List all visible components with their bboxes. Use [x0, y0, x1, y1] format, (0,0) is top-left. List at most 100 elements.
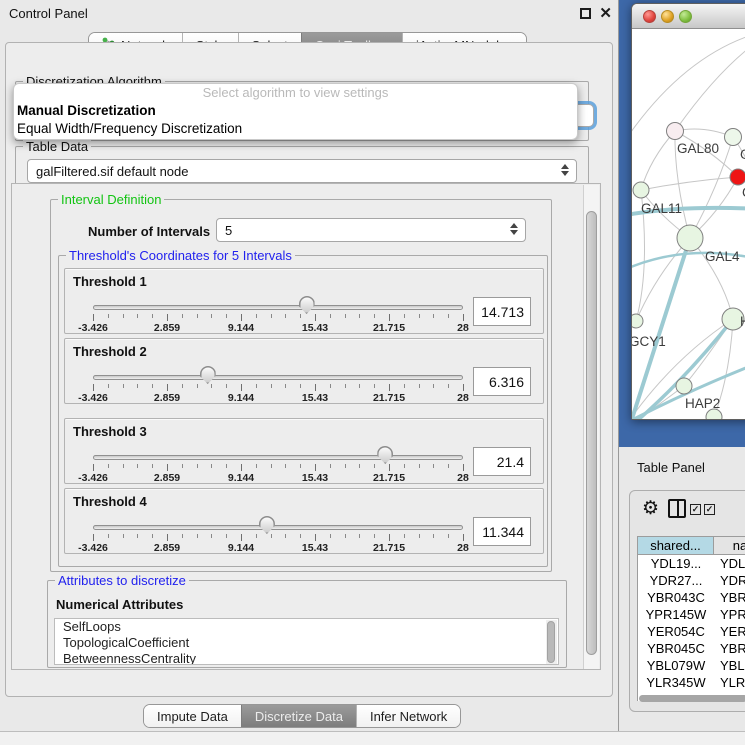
slider-track[interactable]: [93, 455, 463, 460]
table-row[interactable]: YBR043CYBR0: [638, 589, 745, 606]
tick-mark: [433, 464, 434, 468]
slider-thumb[interactable]: [259, 516, 275, 534]
tick-mark: [241, 534, 242, 541]
network-canvas[interactable]: GAL80GACGAL11GAL4GCY1HHAP2: [632, 29, 745, 420]
network-node-gal80[interactable]: [667, 123, 684, 140]
number-of-intervals-value: 5: [225, 223, 232, 238]
slider-track[interactable]: [93, 525, 463, 530]
slider-track[interactable]: [93, 305, 463, 310]
combobox-stepper-icon: [510, 223, 518, 235]
tick-mark: [152, 534, 153, 538]
network-desktop-area: GAL80GACGAL11GAL4GCY1HHAP2 Table Panel ⚙…: [619, 0, 745, 745]
threshold-slider-3[interactable]: -3.4262.8599.14415.4321.71528: [93, 419, 463, 485]
tick-mark: [374, 534, 375, 538]
slider-tick-labels: -3.4262.8599.14415.4321.71528: [93, 392, 463, 404]
table-data-combobox[interactable]: galFiltered.sif default node: [27, 159, 577, 183]
tick-mark: [433, 534, 434, 538]
tab-discretize-data[interactable]: Discretize Data: [241, 705, 356, 727]
threshold-slider-2[interactable]: -3.4262.8599.14415.4321.71528: [93, 339, 463, 405]
threshold-box-4: Threshold 4-3.4262.8599.14415.4321.71528…: [64, 488, 544, 554]
tick-mark: [241, 314, 242, 321]
tick-mark: [256, 384, 257, 388]
attribute-list-item[interactable]: SelfLoops: [55, 619, 558, 635]
threshold-value-field[interactable]: 6.316: [473, 367, 531, 396]
window-zoom-icon[interactable]: [679, 10, 692, 23]
table-row[interactable]: YLR345WYLR3: [638, 674, 745, 691]
float-window-icon[interactable]: [580, 8, 591, 19]
numerical-attributes-list[interactable]: SelfLoopsTopologicalCoefficientBetweenne…: [54, 618, 559, 665]
network-window-titlebar[interactable]: [632, 4, 745, 29]
network-edge[interactable]: [641, 177, 738, 190]
table-row[interactable]: YDL19...YDL1: [638, 555, 745, 572]
table-horizontal-scrollbar[interactable]: [639, 695, 745, 702]
window-close-icon[interactable]: [643, 10, 656, 23]
status-strip: [0, 731, 745, 745]
threshold-value-field[interactable]: 14.713: [473, 297, 531, 326]
threshold-slider-4[interactable]: -3.4262.8599.14415.4321.71528: [93, 489, 463, 555]
table-column-header[interactable]: na: [714, 537, 745, 554]
tick-label: 28: [457, 322, 469, 334]
network-edge[interactable]: [641, 131, 675, 190]
tick-mark: [374, 464, 375, 468]
checkbox-checked-icon[interactable]: ✓: [704, 504, 715, 515]
table-row[interactable]: YBL079WYBL0: [638, 657, 745, 674]
window-minimize-icon[interactable]: [661, 10, 674, 23]
tab-label: Discretize Data: [255, 709, 343, 724]
close-icon[interactable]: ✕: [599, 4, 612, 22]
number-of-intervals-combobox[interactable]: 5: [216, 218, 526, 242]
tick-mark: [448, 384, 449, 388]
tab-infer-network[interactable]: Infer Network: [356, 705, 460, 727]
checkbox-checked-icon[interactable]: ✓: [690, 504, 701, 515]
tick-mark: [271, 534, 272, 538]
network-node-gcy1[interactable]: [632, 314, 643, 328]
tab-impute-data[interactable]: Impute Data: [144, 705, 241, 727]
table-row[interactable]: YDR27...YDR2: [638, 572, 745, 589]
tick-mark: [152, 314, 153, 318]
table-row[interactable]: YER054CYER0: [638, 623, 745, 640]
table-row[interactable]: YPR145WYPR1: [638, 606, 745, 623]
settings-scroll-viewport: Interval Definition Number of Intervals …: [11, 183, 601, 670]
slider-tick-labels: -3.4262.8599.14415.4321.71528: [93, 472, 463, 484]
threshold-slider-1[interactable]: -3.4262.8599.14415.4321.71528: [93, 269, 463, 335]
algorithm-option-equal-width-frequency-discretization[interactable]: Equal Width/Frequency Discretization: [14, 120, 577, 138]
tick-mark: [345, 384, 346, 388]
tick-mark: [419, 314, 420, 318]
network-node-label: GCY1: [632, 334, 666, 349]
attribute-list-item[interactable]: BetweennessCentrality: [55, 651, 558, 665]
network-node-gal11[interactable]: [633, 182, 649, 198]
tick-label: 15.43: [302, 542, 328, 554]
settings-gear-icon[interactable]: ⚙: [642, 497, 659, 520]
network-edge[interactable]: [632, 33, 745, 139]
table-row[interactable]: YBR045CYBR0: [638, 640, 745, 657]
table-cell: YLR3: [714, 674, 745, 691]
split-columns-icon[interactable]: [668, 499, 686, 518]
network-node-gal4[interactable]: [677, 225, 703, 251]
tick-mark: [315, 384, 316, 391]
tab-label: Impute Data: [157, 709, 228, 724]
slider-thumb[interactable]: [200, 366, 216, 384]
network-node[interactable]: [706, 409, 722, 420]
network-node-ga[interactable]: [725, 129, 742, 146]
tick-mark: [241, 384, 242, 391]
algorithm-option-manual-discretization[interactable]: Manual Discretization: [14, 102, 577, 120]
slider-track[interactable]: [93, 375, 463, 380]
attributes-list-scrollbar[interactable]: [546, 620, 557, 664]
threshold-value-field[interactable]: 11.344: [473, 517, 531, 546]
thresholds-group-title: Threshold's Coordinates for 5 Intervals: [66, 248, 295, 263]
tick-label: 15.43: [302, 392, 328, 404]
thresholds-group: Threshold's Coordinates for 5 Intervals …: [58, 255, 548, 567]
table-cell: YBR045C: [638, 640, 714, 657]
slider-thumb[interactable]: [299, 296, 315, 314]
combobox-stepper-icon: [561, 164, 569, 176]
threshold-value-field[interactable]: 21.4: [473, 447, 531, 476]
attribute-list-item[interactable]: TopologicalCoefficient: [55, 635, 558, 651]
network-node-c[interactable]: [730, 169, 745, 185]
tick-mark: [93, 534, 94, 541]
slider-thumb[interactable]: [377, 446, 393, 464]
slider-ticks: [93, 534, 463, 542]
network-node-hap2[interactable]: [676, 378, 692, 394]
node-attribute-table[interactable]: shared...na YDL19...YDL1YDR27...YDR2YBR0…: [637, 536, 745, 701]
table-column-header[interactable]: shared...: [638, 537, 714, 554]
settings-vertical-scrollbar[interactable]: [583, 185, 599, 670]
tick-mark: [315, 464, 316, 471]
